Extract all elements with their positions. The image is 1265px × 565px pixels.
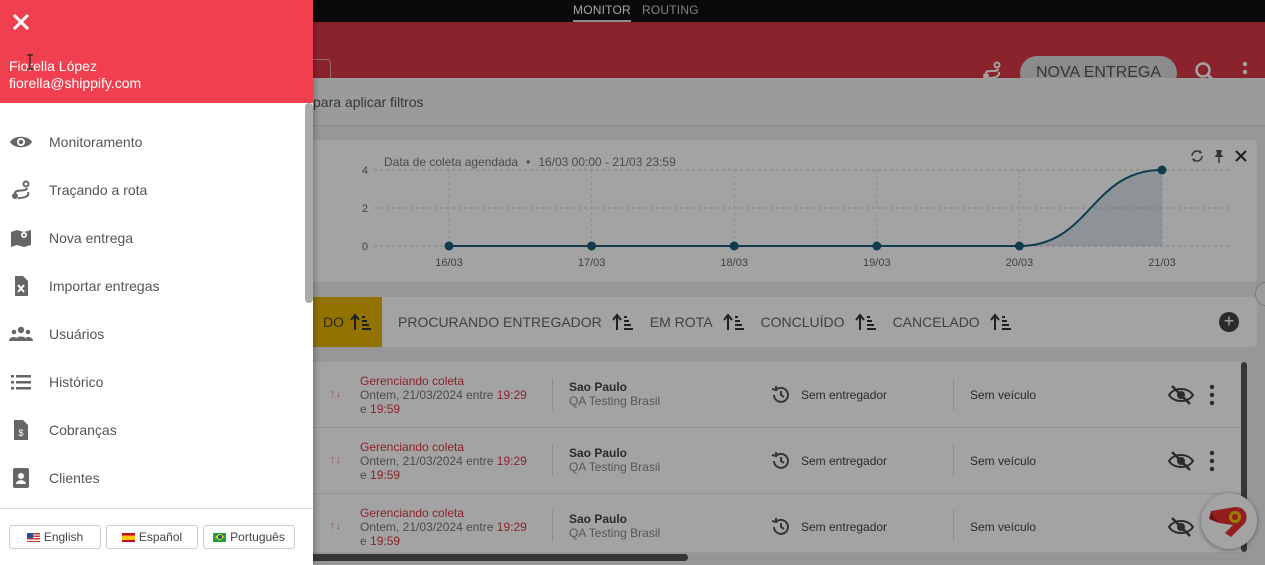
users-icon bbox=[9, 322, 33, 346]
menu-item-label: Nova entrega bbox=[49, 230, 134, 246]
navigation-drawer: Fiorella López fiorella@shippify.com Mon… bbox=[0, 0, 313, 565]
close-drawer-icon[interactable] bbox=[10, 11, 32, 33]
language-label: Español bbox=[138, 530, 183, 544]
menu-item-map[interactable]: Nova entrega bbox=[0, 214, 305, 262]
language-label: English bbox=[43, 530, 84, 544]
menu-item-contact-book[interactable]: Clientes bbox=[0, 454, 305, 502]
route-icon bbox=[9, 178, 33, 202]
menu-item-route[interactable]: Traçando a rota bbox=[0, 166, 305, 214]
menu-item-label: Histórico bbox=[49, 374, 104, 390]
spain-flag-icon bbox=[121, 532, 135, 542]
menu-item-label: Monitoramento bbox=[49, 134, 143, 150]
language-selector: English Español Português bbox=[9, 525, 295, 549]
menu-item-invoice[interactable]: $ Cobranças bbox=[0, 406, 305, 454]
menu-item-label: Importar entregas bbox=[49, 278, 160, 294]
menu-item-eye[interactable]: Monitoramento bbox=[0, 118, 305, 166]
menu-item-label: Usuários bbox=[49, 326, 105, 342]
drawer-menu: Monitoramento Traçando a rota Nova entrega… bbox=[0, 118, 305, 502]
language-english-button[interactable]: English bbox=[9, 525, 101, 549]
language-label: Português bbox=[230, 530, 285, 544]
user-email: fiorella@shippify.com bbox=[9, 75, 142, 91]
excel-file-icon bbox=[9, 274, 33, 298]
drawer-divider bbox=[0, 508, 313, 509]
map-icon bbox=[9, 226, 33, 250]
drawer-header: Fiorella López fiorella@shippify.com bbox=[0, 0, 313, 103]
eye-icon bbox=[9, 130, 33, 154]
menu-item-excel-file[interactable]: Importar entregas bbox=[0, 262, 305, 310]
menu-item-label: Cobranças bbox=[49, 422, 117, 438]
menu-item-users[interactable]: Usuários bbox=[0, 310, 305, 358]
list-icon bbox=[9, 370, 33, 394]
invoice-icon: $ bbox=[9, 418, 33, 442]
menu-item-label: Clientes bbox=[49, 470, 100, 486]
contact-book-icon bbox=[9, 466, 33, 490]
drawer-scrollbar[interactable] bbox=[305, 103, 313, 303]
language-spanish-button[interactable]: Español bbox=[106, 525, 198, 549]
language-portuguese-button[interactable]: Português bbox=[203, 525, 295, 549]
menu-item-list[interactable]: Histórico bbox=[0, 358, 305, 406]
us-flag-icon bbox=[26, 532, 40, 542]
menu-item-label: Traçando a rota bbox=[49, 182, 148, 198]
user-name: Fiorella López bbox=[9, 58, 97, 74]
text-cursor-icon bbox=[27, 54, 33, 70]
brazil-flag-icon bbox=[213, 532, 227, 542]
svg-text:$: $ bbox=[18, 428, 23, 438]
